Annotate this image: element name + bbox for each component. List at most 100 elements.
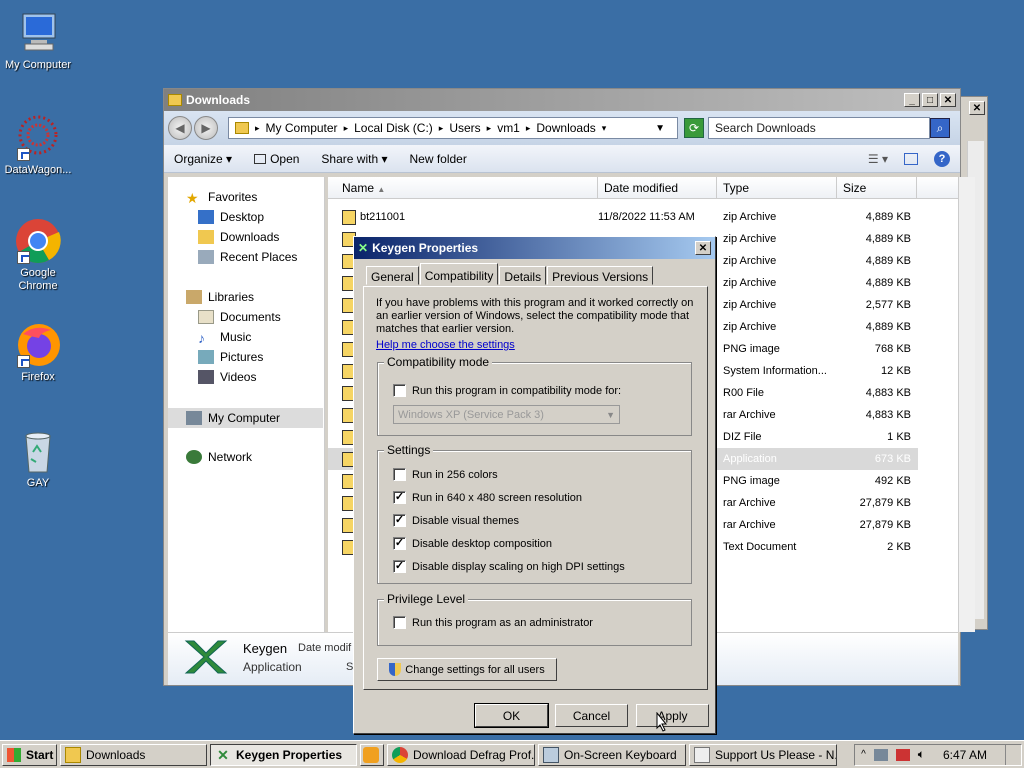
- setting-checkbox[interactable]: Run in 256 colors: [393, 468, 498, 481]
- file-size: 4,889 KB: [865, 255, 911, 267]
- new-folder-button[interactable]: New folder: [409, 152, 466, 166]
- details-file-name: Keygen: [243, 641, 288, 656]
- minimize-button[interactable]: _: [904, 93, 920, 107]
- close-icon[interactable]: ✕: [969, 101, 985, 115]
- show-desktop-button[interactable]: [1005, 744, 1015, 765]
- taskbar-item-support[interactable]: Support Us Please - N...: [689, 743, 837, 766]
- folder-icon: [168, 94, 182, 106]
- nav-music[interactable]: ♪ Music: [198, 330, 251, 346]
- nav-downloads[interactable]: Downloads: [198, 230, 279, 244]
- clock[interactable]: 6:47 AM: [943, 748, 987, 762]
- maximize-button[interactable]: □: [922, 93, 938, 107]
- desktop-icon-recycle-bin[interactable]: GAY: [0, 428, 76, 490]
- keygen-properties-dialog[interactable]: ✕ Keygen Properties ✕ General Compatibil…: [353, 236, 716, 734]
- checkbox-box[interactable]: [393, 384, 406, 397]
- breadcrumb-item[interactable]: Downloads: [536, 121, 595, 135]
- checkbox-box[interactable]: ✓: [393, 560, 406, 573]
- help-icon[interactable]: ?: [934, 150, 950, 167]
- checkbox-box[interactable]: ✓: [393, 537, 406, 550]
- nav-documents[interactable]: Documents: [198, 310, 281, 324]
- group-label: Compatibility mode: [384, 355, 493, 369]
- file-icon: [342, 209, 356, 225]
- setting-checkbox[interactable]: ✓ Disable display scaling on high DPI set…: [393, 560, 625, 573]
- run-as-admin-checkbox[interactable]: Run this program as an administrator: [393, 616, 593, 629]
- tab-previous-versions[interactable]: Previous Versions: [547, 266, 654, 285]
- nav-network[interactable]: Network: [186, 450, 252, 464]
- organize-button[interactable]: Organize ▾: [174, 152, 232, 166]
- breadcrumb-item[interactable]: Users: [449, 121, 480, 135]
- taskbar-item-chrome[interactable]: Download Defrag Prof...: [387, 743, 535, 766]
- taskbar-item-on-screen-keyboard[interactable]: On-Screen Keyboard: [538, 743, 686, 766]
- chevron-up-icon[interactable]: ^: [861, 749, 866, 760]
- file-type: Application: [723, 453, 777, 465]
- volume-icon[interactable]: 🔈︎: [918, 747, 925, 762]
- dialog-titlebar[interactable]: ✕ Keygen Properties ✕: [354, 237, 715, 259]
- column-type[interactable]: Type: [717, 177, 837, 198]
- action-center-icon[interactable]: [895, 748, 910, 761]
- taskbar-item-downloads[interactable]: Downloads: [60, 743, 207, 766]
- intro-text: If you have problems with this program a…: [376, 297, 694, 335]
- nav-libraries[interactable]: Libraries: [186, 290, 254, 304]
- table-row[interactable]: bt211001 11/8/2022 11:53 AM zip Archive 4,8…: [328, 206, 918, 228]
- windows-logo-icon: [7, 747, 21, 762]
- column-name[interactable]: Name ▲: [328, 177, 598, 198]
- nav-desktop[interactable]: Desktop: [198, 210, 264, 224]
- keygen-icon: ✕: [358, 241, 369, 255]
- desktop-icon-my-computer[interactable]: My Computer: [0, 10, 76, 72]
- view-options-icon[interactable]: ☰ ▾: [868, 152, 888, 166]
- start-button[interactable]: Start: [2, 743, 57, 766]
- desktop-icon-chrome[interactable]: Google Chrome: [0, 218, 76, 293]
- checkbox-box[interactable]: ✓: [393, 514, 406, 527]
- nav-my-computer[interactable]: My Computer: [168, 408, 323, 428]
- breadcrumb-item[interactable]: Local Disk (C:): [354, 121, 433, 135]
- breadcrumb-item[interactable]: My Computer: [266, 121, 338, 135]
- tab-strip: General Compatibility Details Previous V…: [366, 263, 654, 285]
- desktop-icon-firefox[interactable]: Firefox: [0, 322, 76, 384]
- nav-favorites[interactable]: ★ Favorites: [186, 190, 257, 206]
- chevron-down-icon[interactable]: ▼: [655, 123, 665, 134]
- file-type: zip Archive: [723, 233, 777, 245]
- apply-button[interactable]: Apply: [636, 704, 709, 727]
- cancel-button[interactable]: Cancel: [555, 704, 628, 727]
- address-bar[interactable]: ▸ My Computer ▸ Local Disk (C:) ▸ Users ▸ v…: [228, 117, 678, 139]
- change-settings-all-users-button[interactable]: Change settings for all users: [377, 658, 557, 681]
- preview-pane-icon[interactable]: [904, 152, 918, 165]
- setting-checkbox[interactable]: ✓ Run in 640 x 480 screen resolution: [393, 491, 582, 504]
- tab-details[interactable]: Details: [499, 266, 547, 285]
- search-icon[interactable]: ⌕: [930, 118, 950, 138]
- share-with-button[interactable]: Share with ▾: [321, 152, 387, 166]
- column-date-modified[interactable]: Date modified: [598, 177, 717, 198]
- checkbox-box[interactable]: [393, 468, 406, 481]
- tab-compatibility[interactable]: Compatibility: [419, 263, 499, 285]
- checkbox-box[interactable]: [393, 616, 406, 629]
- close-button[interactable]: ✕: [695, 241, 711, 255]
- ok-button[interactable]: OK: [474, 703, 549, 728]
- network-tray-icon[interactable]: [873, 748, 888, 761]
- nav-videos[interactable]: Videos: [198, 370, 256, 384]
- search-input[interactable]: Search Downloads: [708, 117, 930, 139]
- taskbar-item-media[interactable]: [360, 743, 384, 766]
- open-button[interactable]: Open: [254, 152, 299, 166]
- checkbox-box[interactable]: ✓: [393, 491, 406, 504]
- back-button[interactable]: ◀: [168, 116, 192, 140]
- file-type: PNG image: [723, 343, 780, 355]
- compat-mode-checkbox[interactable]: Run this program in compatibility mode f…: [393, 384, 621, 397]
- tab-general[interactable]: General: [366, 266, 419, 285]
- explorer-titlebar[interactable]: Downloads _ □ ✕: [164, 89, 960, 111]
- close-button[interactable]: ✕: [940, 93, 956, 107]
- refresh-button[interactable]: ⟳: [684, 118, 704, 138]
- help-link[interactable]: Help me choose the settings: [376, 339, 515, 351]
- desktop-icon-datawagon[interactable]: DataWagon...: [0, 115, 76, 177]
- desktop-icon-label: Google Chrome: [18, 267, 58, 292]
- taskbar-item-keygen-properties[interactable]: ✕ Keygen Properties: [210, 743, 357, 766]
- file-list-scrollbar[interactable]: [958, 177, 975, 632]
- breadcrumb-item[interactable]: vm1: [497, 121, 520, 135]
- forward-button[interactable]: ▶: [194, 116, 218, 140]
- column-size[interactable]: Size: [837, 177, 917, 198]
- navigation-pane: ★ Favorites Desktop Downloads Recent Plac…: [168, 177, 325, 632]
- setting-checkbox[interactable]: ✓ Disable visual themes: [393, 514, 519, 527]
- setting-checkbox[interactable]: ✓ Disable desktop composition: [393, 537, 552, 550]
- nav-recent-places[interactable]: Recent Places: [198, 250, 297, 264]
- nav-pictures[interactable]: Pictures: [198, 350, 263, 364]
- file-type: Text Document: [723, 541, 797, 553]
